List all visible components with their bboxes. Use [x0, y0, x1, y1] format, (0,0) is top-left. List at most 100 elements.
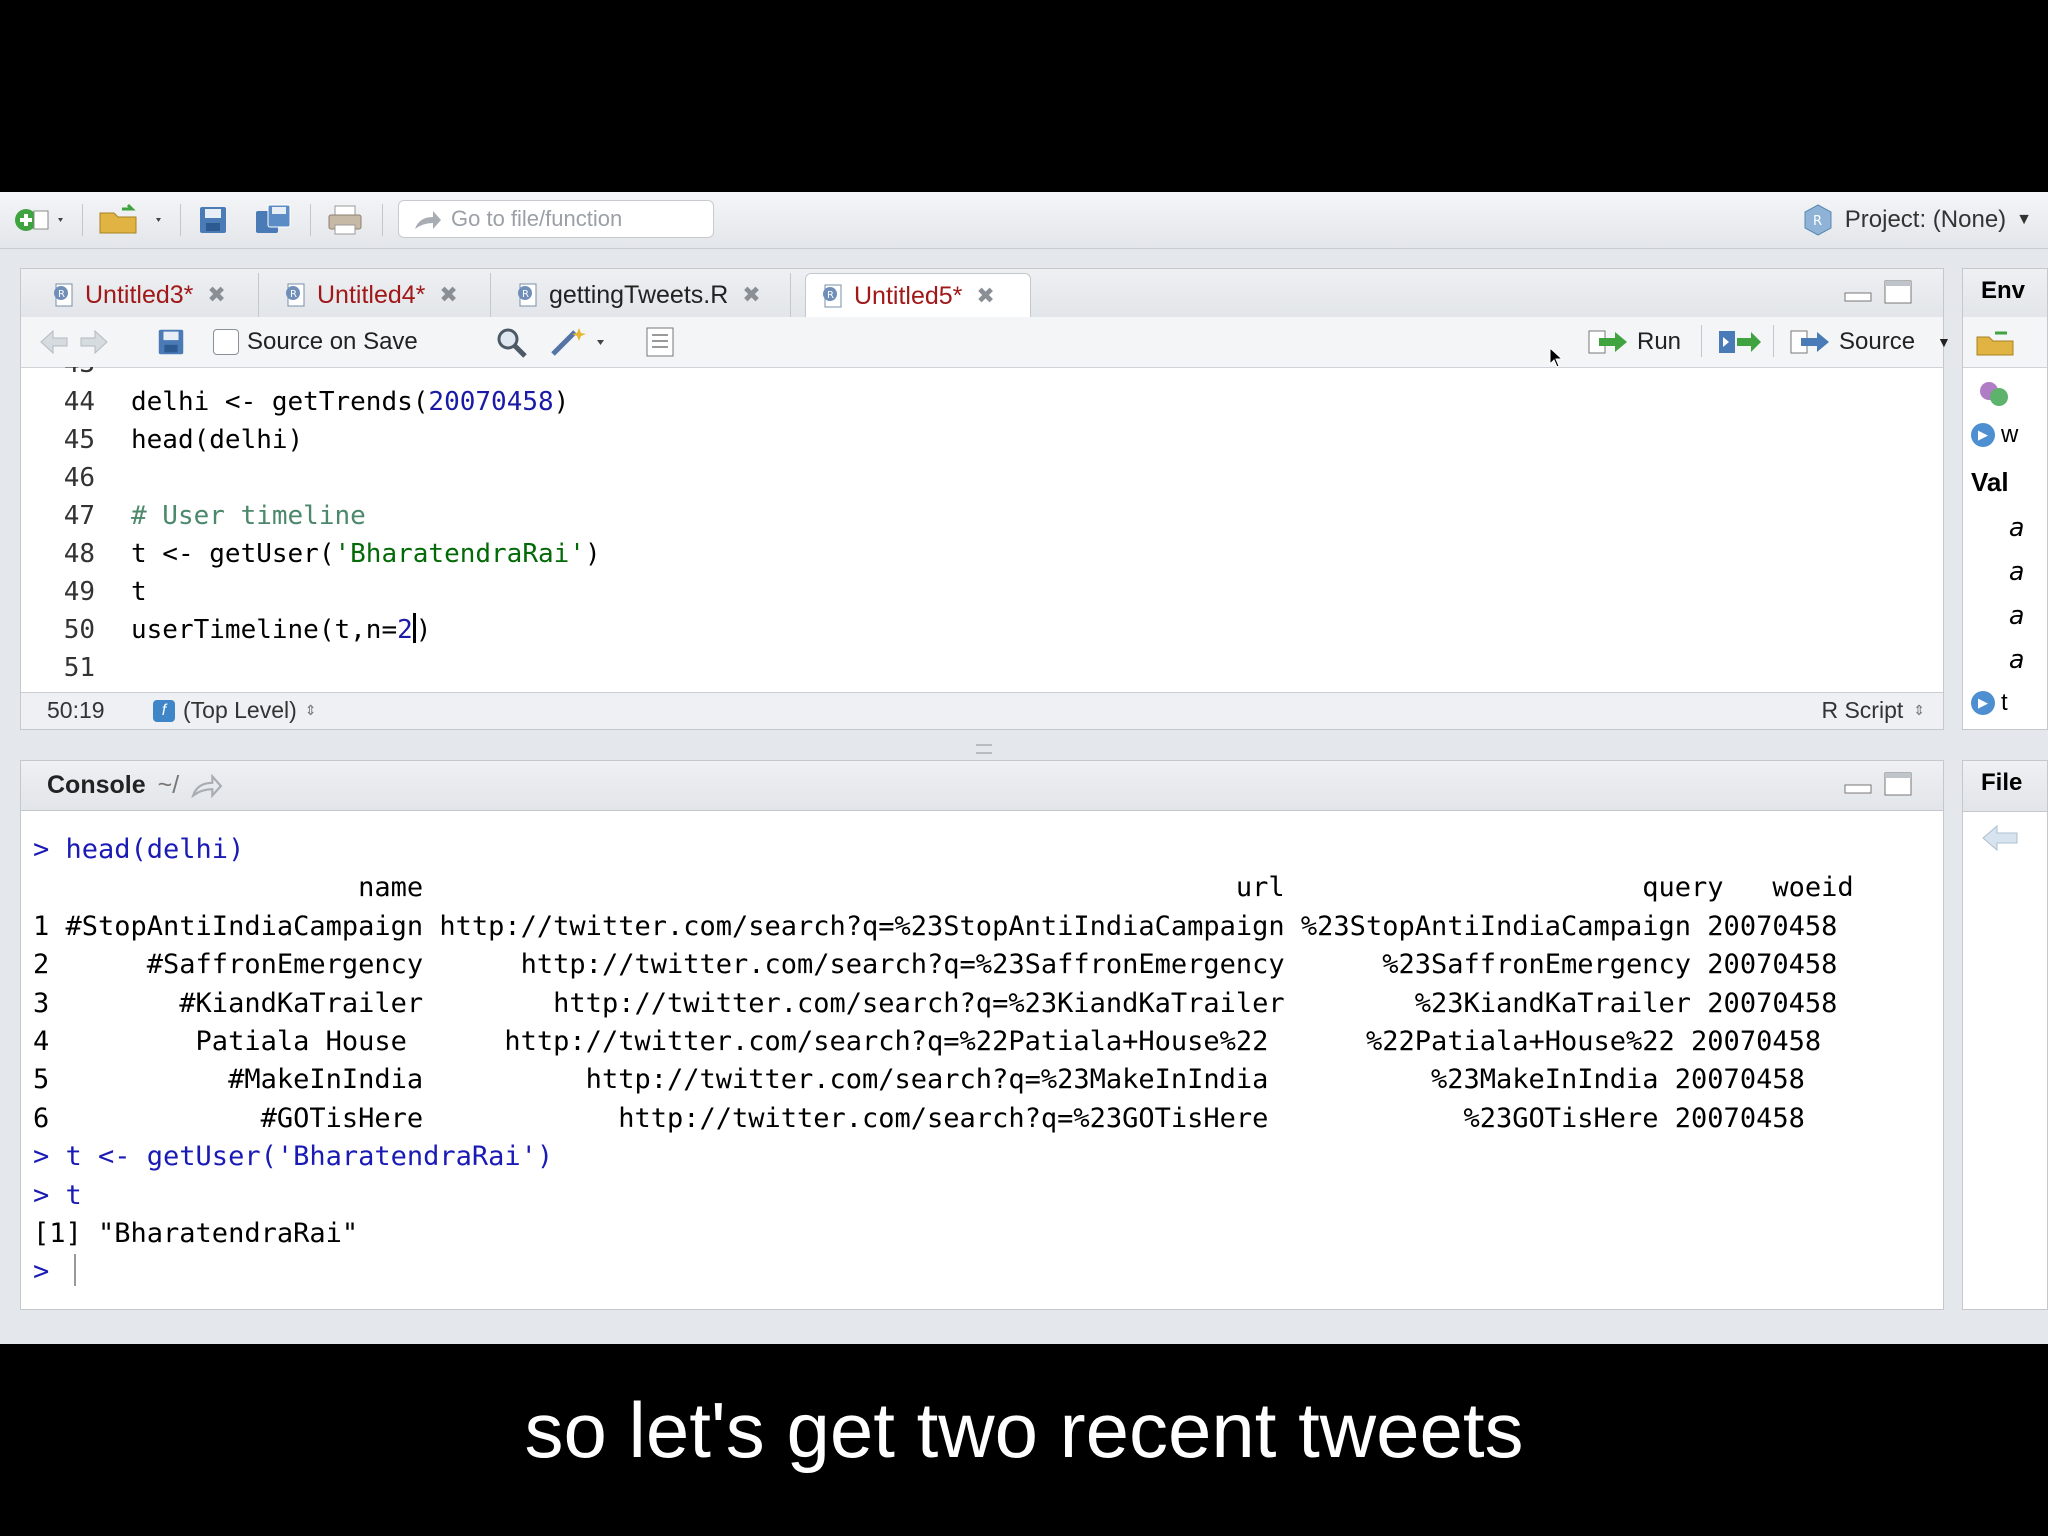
- line-code: userTimeline(t,n=2): [131, 613, 432, 645]
- arrow-left-icon: [40, 329, 68, 355]
- run-button[interactable]: Run: [1587, 325, 1681, 359]
- console-line: name url query woeid: [33, 872, 1854, 904]
- r-file-icon: R: [286, 283, 305, 307]
- environment-row[interactable]: a: [2009, 557, 2025, 587]
- save-icon: [158, 329, 184, 355]
- environment-row[interactable]: ▶ t: [1971, 689, 2008, 717]
- code-line: 48 t <- getUser('BharatendraRai'): [21, 535, 1943, 573]
- updown-icon: ⇕: [304, 702, 317, 718]
- code-line: 47 # User timeline: [21, 497, 1943, 535]
- console-line: 3 #KiandKaTrailer http://twitter.com/sea…: [33, 987, 1838, 1019]
- notebook-icon: [646, 327, 674, 357]
- line-number: 46: [63, 463, 95, 493]
- save-button[interactable]: [196, 202, 230, 238]
- magic-wand-icon: [551, 328, 604, 356]
- close-icon[interactable]: ✖: [207, 282, 225, 308]
- environment-row[interactable]: a: [2009, 645, 2025, 675]
- project-menu[interactable]: R Project: (None) ▼: [1801, 200, 2032, 240]
- source-label: Source: [1839, 328, 1916, 355]
- project-cube-icon: R: [1804, 204, 1832, 236]
- close-icon[interactable]: ✖: [742, 282, 760, 308]
- goto-arrow-icon: [415, 211, 441, 229]
- tab-label: Untitled3*: [85, 280, 194, 309]
- source-on-save-toggle[interactable]: Source on Save: [213, 325, 418, 359]
- tab-untitled3[interactable]: R Untitled3* ✖: [37, 273, 259, 317]
- environment-pane: Env ▶ w Val a a a a ▶ t: [1962, 268, 2048, 730]
- rerun-icon: [1719, 331, 1761, 353]
- expand-icon: ▶: [1971, 691, 1995, 715]
- print-button[interactable]: [326, 202, 364, 238]
- open-file-button[interactable]: [96, 202, 170, 238]
- pane-splitter[interactable]: [976, 744, 992, 754]
- updown-icon: ⇕: [1913, 702, 1925, 718]
- tab-environment[interactable]: Env: [1981, 277, 2025, 305]
- code-line: 49 t: [21, 573, 1943, 611]
- line-number: 47: [63, 501, 95, 531]
- import-dataset-icon[interactable]: [1977, 379, 2013, 409]
- environment-tab-bar: Env: [1963, 269, 2047, 318]
- environment-row[interactable]: a: [2009, 601, 2025, 631]
- line-number: 51: [63, 653, 95, 683]
- svg-text:R: R: [290, 289, 297, 300]
- console-output[interactable]: > head(delhi) name url query woeid 1 #St…: [33, 831, 1854, 1292]
- line-number: 45: [63, 425, 95, 455]
- close-icon[interactable]: ✖: [976, 283, 994, 309]
- svg-text:R: R: [58, 289, 65, 300]
- console-line: > t <- getUser('BharatendraRai'): [33, 1141, 554, 1173]
- code-line: 51: [21, 649, 1943, 687]
- file-type-selector[interactable]: R Script ⇕: [1821, 697, 1925, 724]
- console-title: Console: [47, 771, 146, 799]
- tab-untitled4[interactable]: R Untitled4* ✖: [269, 273, 491, 317]
- line-code: t <- getUser('BharatendraRai'): [131, 539, 601, 569]
- goto-file-function-input[interactable]: Go to file/function: [398, 200, 714, 238]
- environment-row[interactable]: a: [2009, 513, 2025, 543]
- code-tools-button[interactable]: [549, 325, 611, 359]
- rerun-button[interactable]: [1717, 325, 1763, 359]
- editor-save-button[interactable]: [155, 325, 187, 359]
- chevron-down-icon[interactable]: ▼: [1937, 334, 1951, 350]
- close-icon[interactable]: ✖: [439, 282, 457, 308]
- code-line: 43: [21, 367, 1943, 383]
- tab-label: Untitled4*: [317, 280, 426, 309]
- source-button[interactable]: Source ▼: [1789, 325, 1951, 359]
- files-tab-bar: File: [1963, 761, 2047, 812]
- new-file-button[interactable]: [12, 202, 68, 238]
- forward-button[interactable]: [79, 325, 109, 359]
- svg-text:R: R: [522, 289, 529, 300]
- tab-untitled5[interactable]: R Untitled5* ✖: [805, 273, 1031, 318]
- load-workspace-icon[interactable]: [1975, 327, 2019, 357]
- back-arrow-icon[interactable]: [1981, 823, 2021, 853]
- tab-gettingtweets[interactable]: R gettingTweets.R ✖: [501, 273, 791, 317]
- maximize-icon[interactable]: [1883, 771, 1913, 797]
- go-to-directory-icon[interactable]: [191, 773, 223, 798]
- console-line: 6 #GOTisHere http://twitter.com/search?q…: [33, 1102, 1805, 1134]
- save-all-button[interactable]: [254, 202, 294, 238]
- back-button[interactable]: [39, 325, 69, 359]
- console-input-line[interactable]: >: [33, 1253, 1854, 1291]
- r-file-icon: R: [518, 283, 537, 307]
- environment-row[interactable]: ▶ w: [1971, 421, 2018, 449]
- maximize-icon[interactable]: [1883, 279, 1913, 305]
- cursor-position: 50:19: [47, 697, 105, 723]
- expand-icon: ▶: [1971, 423, 1995, 447]
- tab-files[interactable]: File: [1981, 769, 2022, 797]
- compile-report-button[interactable]: [643, 325, 677, 359]
- find-replace-button[interactable]: [495, 325, 529, 359]
- run-label: Run: [1637, 328, 1682, 355]
- file-type-label: R Script: [1821, 697, 1904, 723]
- minimize-icon[interactable]: [1843, 771, 1873, 797]
- scope-selector[interactable]: f (Top Level) ⇕: [153, 697, 317, 724]
- console-line: 1 #StopAntiIndiaCampaign http://twitter.…: [33, 910, 1838, 942]
- source-arrow-icon: [1790, 330, 1829, 354]
- project-label: Project: (None): [1844, 206, 2007, 233]
- code-area[interactable]: 43 44 delhi <- getTrends(20070458) 45 he…: [21, 367, 1943, 693]
- line-number: 48: [63, 539, 95, 569]
- source-on-save-checkbox[interactable]: [213, 329, 239, 355]
- line-comment: # User timeline: [131, 501, 366, 531]
- mouse-pointer-icon: [1549, 347, 1563, 368]
- svg-text:R: R: [827, 290, 834, 301]
- environment-toolbar: [1963, 317, 2047, 368]
- minimize-icon[interactable]: [1843, 279, 1873, 305]
- line-number: 50: [63, 615, 95, 645]
- code-line: 46: [21, 459, 1943, 497]
